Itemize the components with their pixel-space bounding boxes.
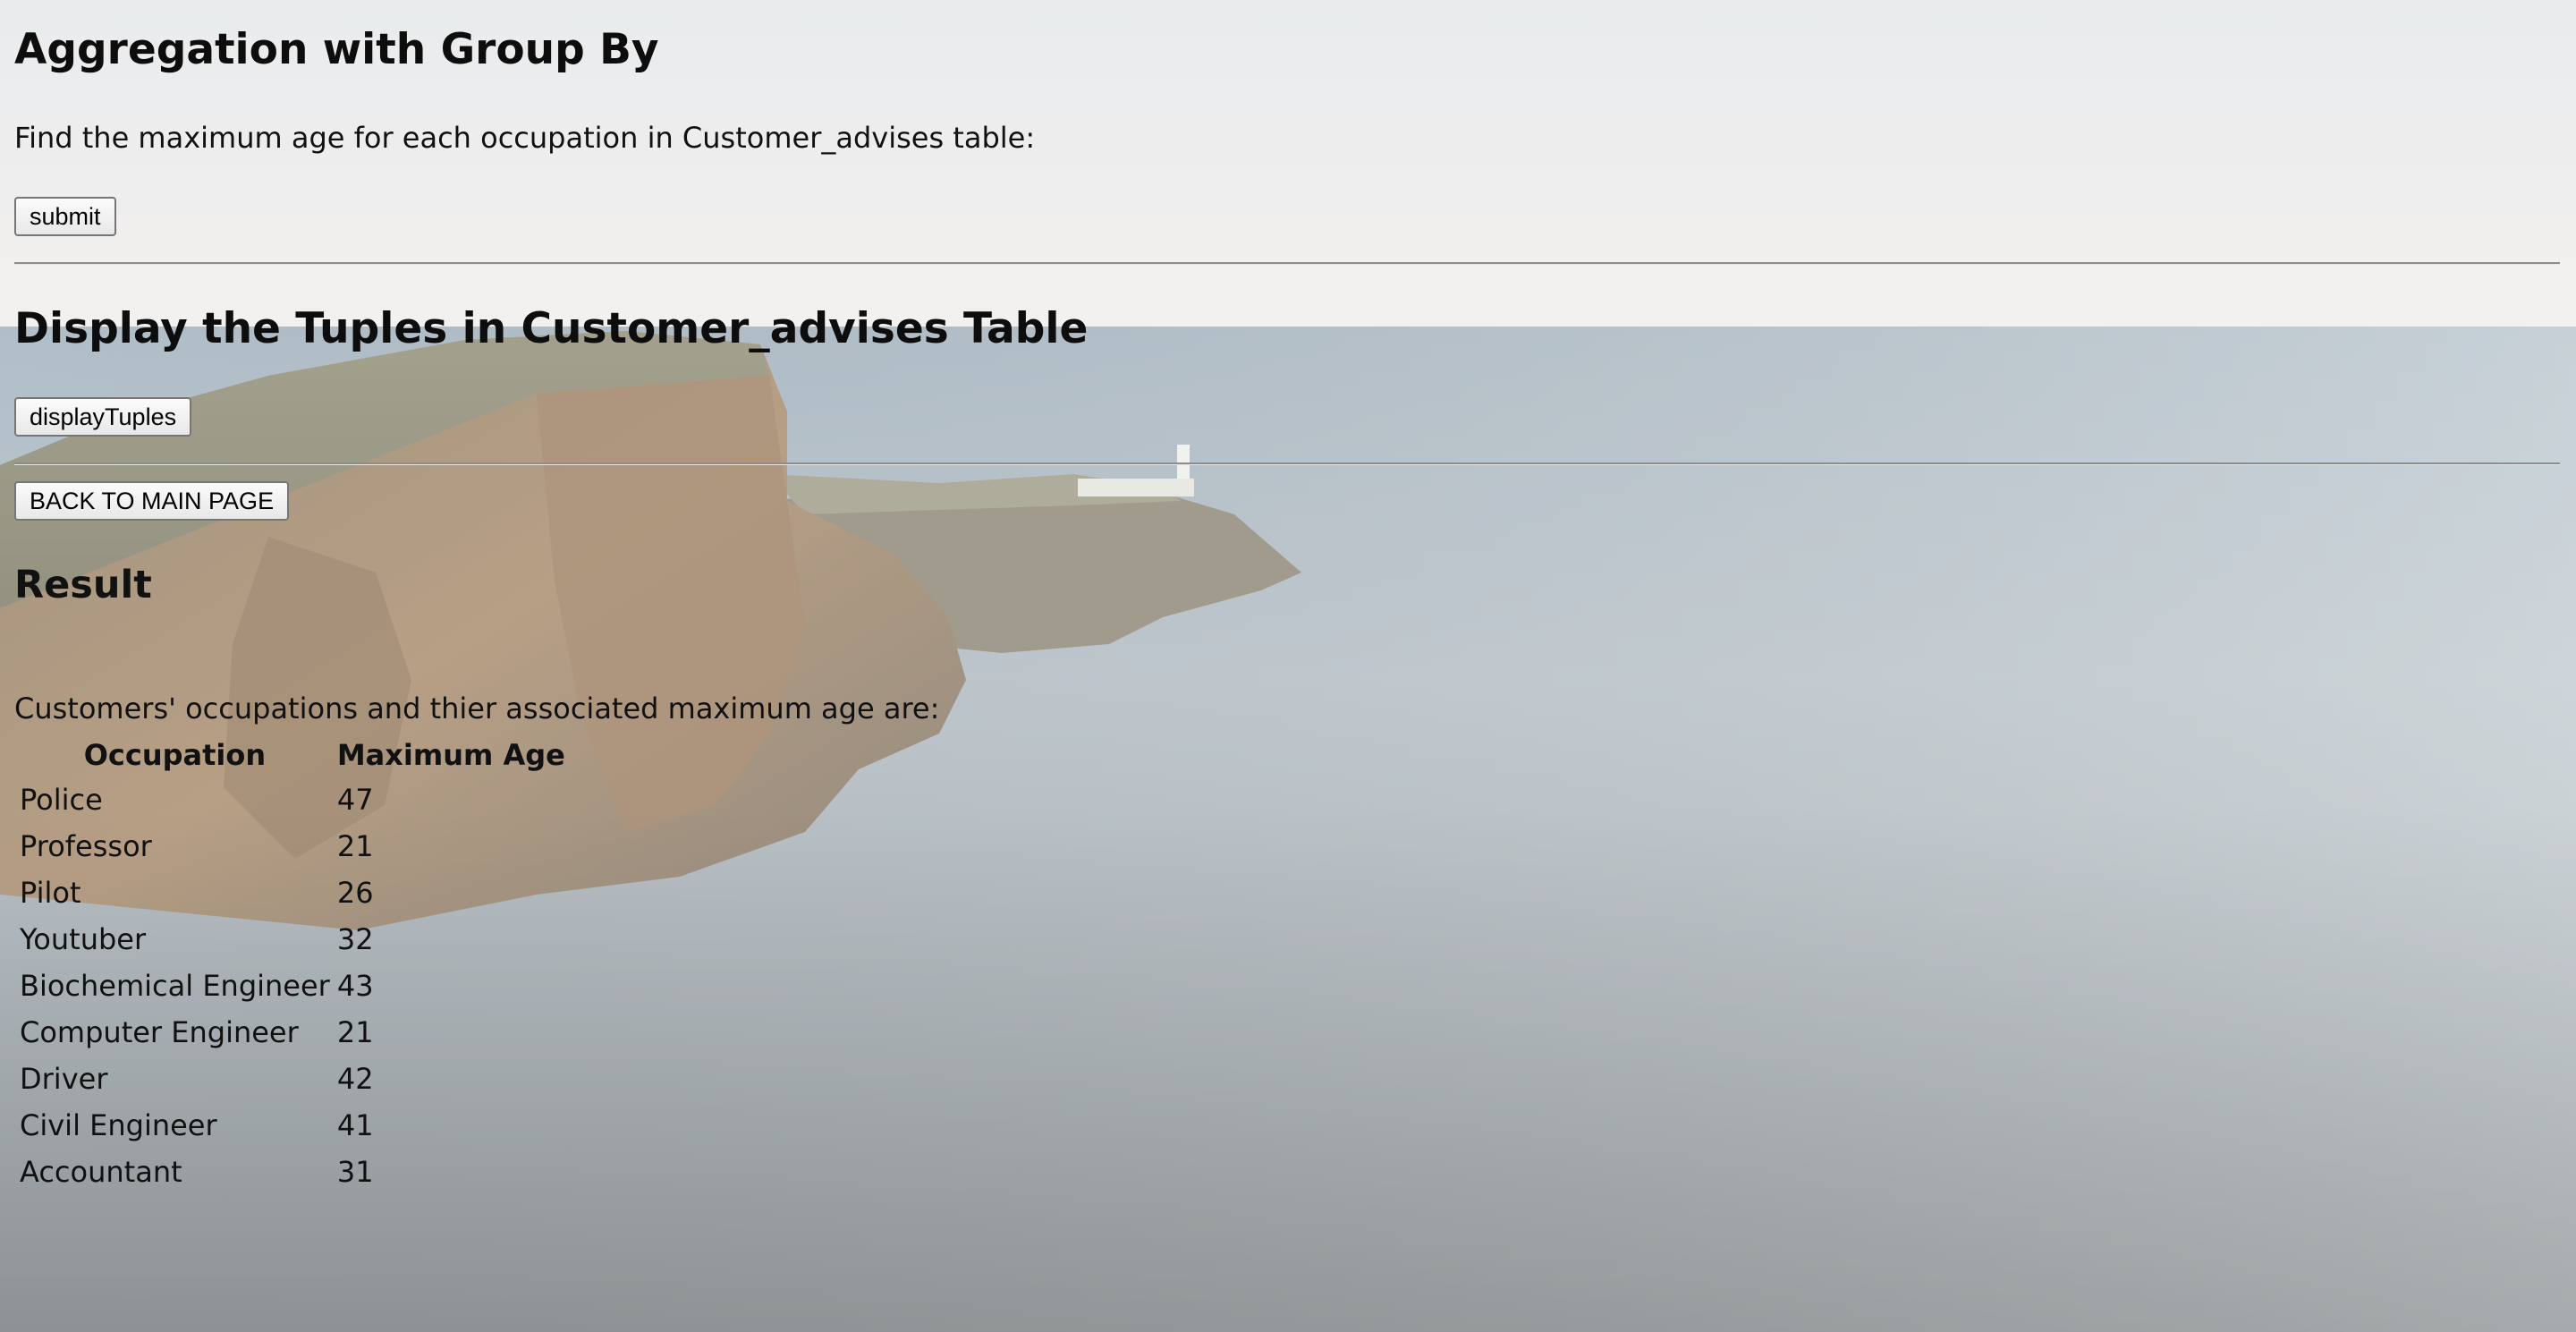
aggregation-heading: Aggregation with Group By	[14, 25, 659, 74]
occupation-cell: Biochemical Engineer	[20, 969, 330, 1003]
result-table: Occupation Maximum Age Police 47 Profess…	[14, 732, 571, 1197]
column-header-maximum-age: Maximum Age	[336, 738, 565, 772]
table-header-row: Occupation Maximum Age	[18, 735, 567, 775]
back-to-main-page-button[interactable]: BACK TO MAIN PAGE	[14, 481, 290, 521]
result-caption: Customers' occupations and thier associa…	[14, 691, 940, 725]
occupation-cell: Accountant	[20, 1155, 182, 1189]
max-age-cell: 21	[336, 1015, 374, 1049]
occupation-cell: Professor	[20, 829, 152, 863]
table-row: Accountant 31	[18, 1150, 567, 1193]
table-row: Professor 21	[18, 825, 567, 868]
max-age-cell: 32	[336, 922, 374, 956]
occupation-cell: Driver	[20, 1062, 108, 1096]
section-divider	[14, 462, 2560, 465]
result-heading: Result	[14, 563, 152, 607]
max-age-cell: 31	[336, 1155, 374, 1189]
table-row: Computer Engineer 21	[18, 1011, 567, 1054]
occupation-cell: Civil Engineer	[20, 1108, 217, 1142]
display-heading: Display the Tuples in Customer_advises T…	[14, 304, 1089, 353]
section-divider	[14, 262, 2560, 265]
max-age-cell: 43	[336, 969, 374, 1003]
table-row: Pilot 26	[18, 871, 567, 914]
submit-button[interactable]: submit	[14, 197, 116, 236]
max-age-cell: 21	[336, 829, 374, 863]
occupation-cell: Computer Engineer	[20, 1015, 299, 1049]
table-row: Civil Engineer 41	[18, 1104, 567, 1147]
table-row: Police 47	[18, 778, 567, 821]
max-age-cell: 42	[336, 1062, 374, 1096]
table-row: Biochemical Engineer 43	[18, 964, 567, 1007]
column-header-occupation: Occupation	[83, 738, 267, 772]
occupation-cell: Youtuber	[20, 922, 147, 956]
occupation-cell: Pilot	[20, 876, 81, 910]
table-row: Driver 42	[18, 1057, 567, 1100]
max-age-cell: 41	[336, 1108, 374, 1142]
max-age-cell: 26	[336, 876, 374, 910]
max-age-cell: 47	[336, 783, 374, 817]
display-tuples-button[interactable]: displayTuples	[14, 397, 192, 437]
table-row: Youtuber 32	[18, 918, 567, 961]
occupation-cell: Police	[20, 783, 103, 817]
aggregation-description: Find the maximum age for each occupation…	[14, 121, 1036, 155]
